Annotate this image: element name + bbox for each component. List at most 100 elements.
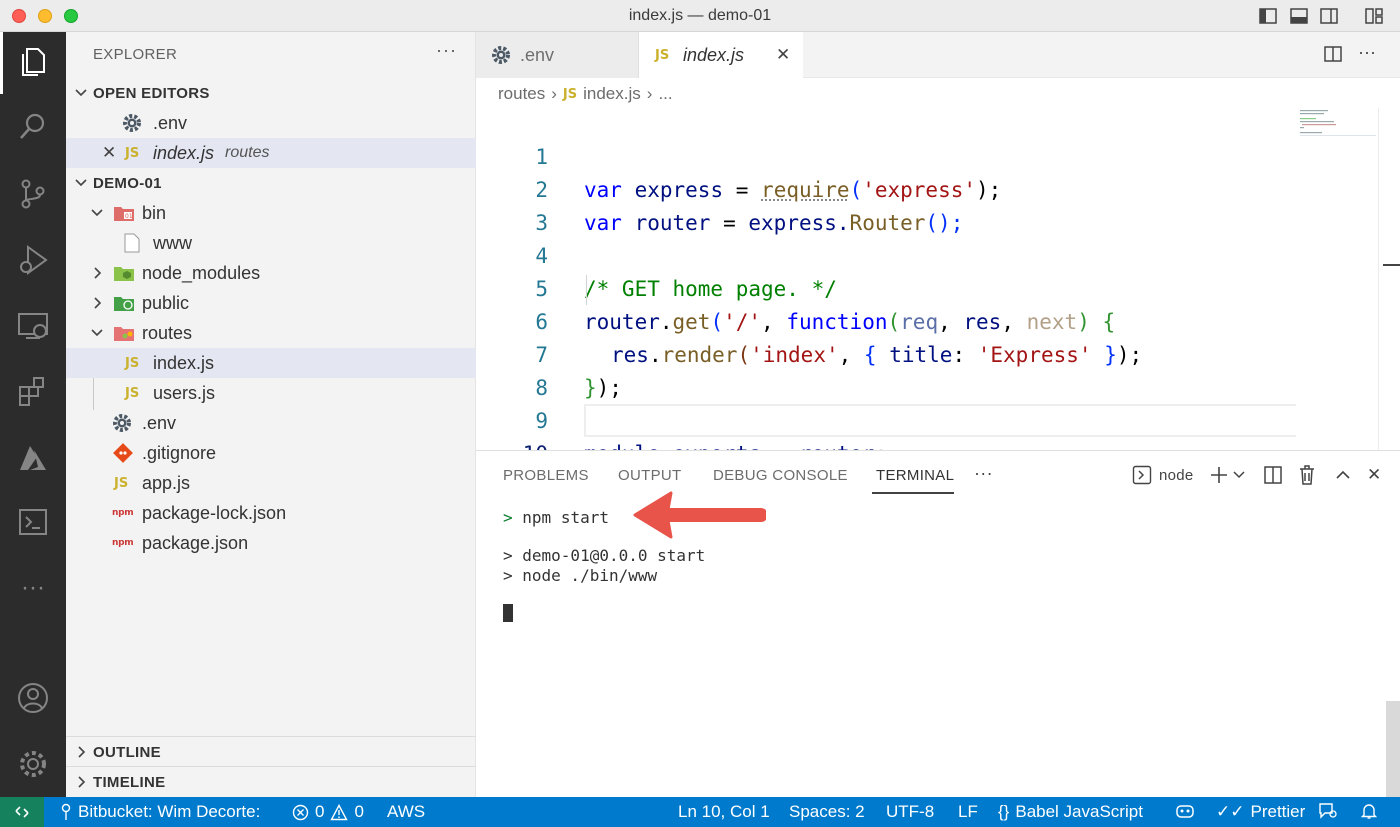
new-terminal-plus-icon[interactable] [1209, 465, 1229, 485]
indent-guide [586, 275, 587, 305]
split-terminal-icon[interactable] [1263, 465, 1283, 485]
status-bar: Bitbucket: Wim Decorte: 0 0 AWS Ln 10, C… [0, 797, 1400, 827]
open-editors-header[interactable]: OPEN EDITORS [66, 78, 476, 108]
breadcrumb-symbol[interactable]: ... [658, 84, 672, 104]
explorer-icon[interactable] [13, 42, 53, 82]
tab-debug-console[interactable]: DEBUG CONSOLE [713, 467, 848, 484]
accounts-icon[interactable] [13, 678, 53, 718]
tree-item-users-js[interactable]: JS users.js [66, 378, 476, 408]
file-icon [124, 233, 140, 253]
outline-header[interactable]: OUTLINE [66, 737, 476, 767]
minimap[interactable] [1298, 108, 1378, 168]
gear-icon [122, 113, 142, 138]
copilot-status[interactable] [1174, 802, 1196, 820]
tree-item-index-js[interactable]: JS index.js [66, 348, 476, 378]
code-editor[interactable]: 1 var express = require('express'); 2 va… [476, 108, 1400, 466]
tree-item-package-json[interactable]: npm package.json [66, 528, 476, 558]
close-panel-icon[interactable]: ✕ [1367, 465, 1381, 485]
code-line: 6 res.render('index', { title: 'Express'… [476, 273, 1142, 367]
terminal-line-command: > npm start [503, 508, 609, 527]
tab-index-js[interactable]: JS index.js ✕ [639, 32, 803, 78]
tree-item-package-lock[interactable]: npm package-lock.json [66, 498, 476, 528]
close-icon[interactable]: ✕ [776, 45, 790, 65]
tree-item-label: routes [142, 322, 193, 343]
tree-item-label: app.js [142, 472, 191, 493]
tree-item-label: users.js [153, 382, 216, 403]
terminal-name[interactable]: node [1159, 467, 1194, 484]
notifications-button[interactable] [1360, 802, 1378, 820]
remote-indicator-button[interactable] [0, 797, 44, 827]
run-debug-icon[interactable] [13, 240, 53, 280]
bell-icon [1360, 804, 1378, 819]
title-bar: index.js — demo-01 [0, 0, 1400, 32]
encoding-status[interactable]: UTF-8 [886, 802, 934, 822]
customize-layout-icon[interactable] [1364, 6, 1384, 26]
extensions-icon[interactable] [13, 372, 53, 412]
eol-status[interactable]: LF [958, 802, 978, 822]
code-line: 2 var router = express.Router(); [476, 141, 963, 235]
close-icon[interactable]: ✕ [102, 143, 116, 163]
chevron-down-icon [75, 179, 87, 187]
tree-item-bin[interactable]: 01 bin [66, 198, 476, 228]
aws-status[interactable]: AWS [387, 802, 425, 822]
js-file-icon: JS [125, 355, 140, 371]
more-views-icon[interactable]: ··· [13, 568, 53, 608]
tab-terminal[interactable]: TERMINAL [876, 467, 954, 484]
cursor-position[interactable]: Ln 10, Col 1 [678, 802, 770, 822]
azure-icon[interactable] [13, 438, 53, 478]
breadcrumb-folder[interactable]: routes [498, 84, 545, 104]
prettier-status[interactable]: ✓✓ Prettier [1216, 802, 1305, 822]
tree-item-public[interactable]: public [66, 288, 476, 318]
tree-item-gitignore[interactable]: .gitignore [66, 438, 476, 468]
tab-output[interactable]: OUTPUT [618, 467, 681, 484]
tab-env[interactable]: .env [476, 32, 639, 78]
tree-item-www[interactable]: www [66, 228, 476, 258]
panel-more-icon[interactable]: ··· [974, 463, 993, 484]
tab-label: index.js [683, 44, 745, 65]
chevron-up-icon[interactable] [1335, 469, 1351, 481]
toggle-secondary-sidebar-icon[interactable] [1319, 6, 1339, 26]
public-folder-icon [114, 297, 134, 311]
language-mode[interactable]: {} Babel JavaScript [998, 802, 1143, 822]
chevron-down-icon[interactable] [1233, 470, 1245, 480]
trash-icon[interactable] [1297, 464, 1317, 486]
bitbucket-status[interactable]: Bitbucket: Wim Decorte: [60, 802, 260, 822]
feedback-button[interactable] [1318, 802, 1338, 820]
toggle-sidebar-icon[interactable] [1258, 6, 1278, 26]
annotation-arrow-icon [633, 491, 766, 539]
editor-more-actions-icon[interactable]: ··· [1358, 42, 1376, 63]
tree-item-routes[interactable]: routes [66, 318, 476, 348]
timeline-header[interactable]: TIMELINE [66, 767, 476, 797]
terminal-view-icon[interactable] [13, 502, 53, 542]
open-editor-item-index-js[interactable]: ✕ JS index.js routes [66, 138, 476, 168]
chevron-right-icon: › [551, 84, 557, 103]
breadcrumb-file[interactable]: index.js [583, 84, 641, 104]
split-editor-icon[interactable] [1323, 44, 1343, 64]
eol-label: LF [958, 802, 978, 821]
js-file-icon: JS [125, 145, 140, 161]
tree-item-app-js[interactable]: JS app.js [66, 468, 476, 498]
position-label: Ln 10, Col 1 [678, 802, 770, 821]
toggle-panel-icon[interactable] [1289, 6, 1309, 26]
problems-status[interactable]: 0 0 [292, 802, 364, 822]
panel-scrollbar[interactable] [1386, 701, 1400, 798]
indentation-status[interactable]: Spaces: 2 [789, 802, 865, 822]
source-control-icon[interactable] [13, 174, 53, 214]
open-editor-item-env[interactable]: .env [66, 108, 476, 138]
tree-item-node-modules[interactable]: node_modules [66, 258, 476, 288]
braces-icon: {} [998, 802, 1010, 821]
code-line: 1 var express = require('express'); [476, 108, 1001, 202]
remote-explorer-icon[interactable] [13, 306, 53, 346]
search-icon[interactable] [13, 106, 53, 146]
tree-item-env[interactable]: .env [66, 408, 476, 438]
breadcrumb: routes › JS index.js › ... [498, 83, 673, 105]
sidebar-more-actions[interactable]: ··· [436, 40, 457, 61]
settings-gear-icon[interactable] [13, 744, 53, 784]
error-icon [292, 804, 309, 820]
workspace-header[interactable]: DEMO-01 [66, 168, 476, 198]
git-icon [113, 443, 133, 463]
editor-scrollbar[interactable] [1378, 108, 1400, 450]
chevron-right-icon [94, 267, 102, 279]
tab-problems[interactable]: PROBLEMS [503, 467, 589, 484]
routes-folder-icon [114, 327, 134, 341]
